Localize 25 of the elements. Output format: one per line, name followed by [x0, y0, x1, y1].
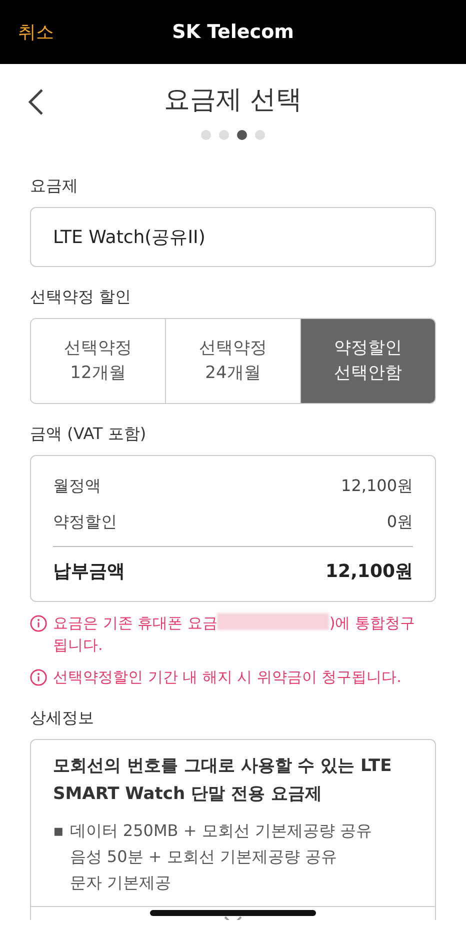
page-title: 요금제 선택 — [164, 84, 302, 116]
detail-line: 음성 50분 + 모회선 기본제공량 공유 — [70, 846, 338, 868]
details-heading: 모회선의 번호를 그대로 사용할 수 있는 LTE SMART Watch 단말 전용 요금제 — [53, 755, 393, 806]
section-label: 선택약정 할인 — [30, 287, 132, 308]
amount-value: 12,100원 — [341, 476, 413, 496]
amount-value: 0원 — [386, 512, 413, 532]
detail-line: 데이터 250MB + 모회선 기본제공량 공유 — [70, 820, 372, 842]
total-name: 납부금액 — [53, 560, 125, 583]
back-icon[interactable] — [28, 88, 44, 116]
amount-name: 약정할인 — [53, 512, 117, 532]
section-label: 금액 (VAT 포함) — [30, 424, 148, 445]
notice-text: 선택약정할인 기간 내 해지 시 위약금이 청구됩니다. — [53, 667, 402, 688]
section-label: 상세정보 — [30, 708, 95, 729]
plan-field[interactable]: LTE Watch(공유II) — [30, 207, 436, 267]
field-label: 요금제 — [30, 176, 79, 197]
amount-name: 월정액 — [53, 476, 101, 496]
info-icon — [30, 615, 47, 632]
app-title: SK Telecom — [172, 21, 294, 43]
info-icon — [30, 669, 47, 686]
total-value: 12,100원 — [326, 560, 413, 583]
notice-text: 요금은 기존 휴대폰 요금 )에 통합청구 됩니다. — [53, 612, 416, 656]
detail-line: 문자 기본제공 — [70, 872, 172, 894]
cancel-button[interactable]: 취소 — [18, 20, 54, 44]
bullet: ▪ — [53, 820, 64, 842]
discount-option[interactable]: 약정할인 선택안함 — [300, 319, 435, 403]
